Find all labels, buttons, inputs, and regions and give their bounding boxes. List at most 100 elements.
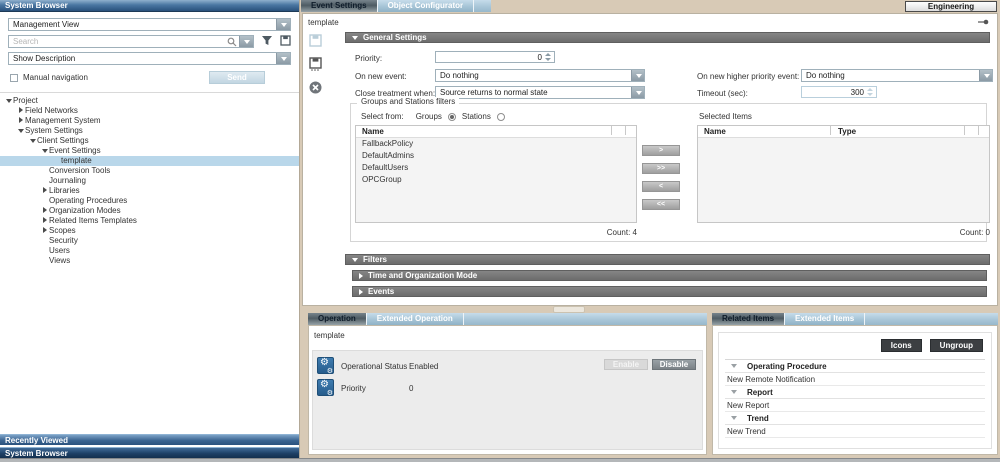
engineering-mode-button[interactable]: Engineering <box>905 1 997 12</box>
related-tab-extended-items[interactable]: Extended Items <box>785 313 864 325</box>
chevron-collapsed-icon[interactable] <box>16 116 25 126</box>
disable-button[interactable]: Disable <box>652 359 696 370</box>
discard-icon[interactable] <box>309 81 339 96</box>
selected-list-header[interactable]: Name Type <box>698 126 989 138</box>
move-left-button[interactable]: < <box>642 181 680 192</box>
available-groups-list[interactable]: Name FallbackPolicyDefaultAdminsDefaultU… <box>355 125 637 223</box>
primary-tab-object-configurator[interactable]: Object Configurator <box>378 0 474 12</box>
chevron-expanded-icon[interactable] <box>40 146 49 156</box>
chevron-down-icon[interactable] <box>276 53 290 64</box>
manual-navigation-checkbox[interactable] <box>10 74 18 82</box>
priority-input[interactable]: 0 <box>435 51 555 63</box>
on-new-higher-dropdown[interactable]: Do nothing <box>801 69 993 82</box>
search-box[interactable] <box>8 35 254 48</box>
tree-item-event-settings[interactable]: Event Settings <box>0 146 299 156</box>
chevron-collapsed-icon[interactable] <box>40 186 49 196</box>
radio-stations[interactable] <box>497 113 505 121</box>
chevron-down-icon[interactable] <box>631 70 644 81</box>
column-header-name[interactable]: Name <box>704 126 726 138</box>
chevron-collapsed-icon[interactable] <box>40 206 49 216</box>
timeout-input[interactable]: 300 <box>801 86 877 98</box>
operation-tab-extended-operation[interactable]: Extended Operation <box>367 313 463 325</box>
column-separator[interactable] <box>964 126 965 135</box>
chevron-down-icon[interactable] <box>276 19 290 30</box>
close-treatment-dropdown[interactable]: Source returns to normal state <box>435 86 645 99</box>
chevron-expanded-icon[interactable] <box>4 96 13 106</box>
related-item-new-report[interactable]: New Report <box>725 399 985 412</box>
search-input[interactable] <box>9 36 231 47</box>
tree-item-conversion-tools[interactable]: Conversion Tools <box>0 166 299 176</box>
system-browser-header[interactable]: System Browser <box>0 0 299 12</box>
tree-item-views[interactable]: Views <box>0 256 299 266</box>
selected-items-list[interactable]: Name Type <box>697 125 990 223</box>
column-separator[interactable] <box>625 126 626 135</box>
tree-item-management-system[interactable]: Management System <box>0 116 299 126</box>
gears-icon[interactable]: ⚙⚙ <box>317 379 334 396</box>
list-item-opcgroup[interactable]: OPCGroup <box>356 174 636 186</box>
column-header-name[interactable]: Name <box>362 126 384 138</box>
icons-button[interactable]: Icons <box>881 339 922 352</box>
move-all-right-button[interactable]: >> <box>642 163 680 174</box>
available-list-header[interactable]: Name <box>356 126 636 138</box>
move-right-button[interactable]: > <box>642 145 680 156</box>
tree-item-security[interactable]: Security <box>0 236 299 246</box>
related-group-report[interactable]: Report <box>725 386 985 399</box>
related-tab-related-items[interactable]: Related Items <box>712 313 784 325</box>
tree-item-template[interactable]: template <box>0 156 299 166</box>
tree-item-libraries[interactable]: Libraries <box>0 186 299 196</box>
section-header-time-and-organization-mode[interactable]: Time and Organization Mode <box>352 270 987 281</box>
general-settings-header[interactable]: General Settings <box>345 32 990 43</box>
tree-item-organization-modes[interactable]: Organization Modes <box>0 206 299 216</box>
radio-groups[interactable] <box>448 113 456 121</box>
chevron-down-icon[interactable] <box>979 70 992 81</box>
system-browser-bar[interactable]: System Browser <box>0 447 299 458</box>
save-icon[interactable] <box>309 34 339 49</box>
filter-icon[interactable] <box>261 35 273 48</box>
tree-item-system-settings[interactable]: System Settings <box>0 126 299 136</box>
list-item-fallbackpolicy[interactable]: FallbackPolicy <box>356 138 636 150</box>
list-item-defaultadmins[interactable]: DefaultAdmins <box>356 150 636 162</box>
chevron-expanded-icon[interactable] <box>16 126 25 136</box>
view-mode-dropdown[interactable]: Management View <box>8 18 291 31</box>
primary-tab-event-settings[interactable]: Event Settings <box>301 0 377 12</box>
send-button[interactable]: Send <box>209 71 265 84</box>
column-separator[interactable] <box>978 126 979 135</box>
chevron-collapsed-icon[interactable] <box>16 106 25 116</box>
column-separator[interactable] <box>611 126 612 135</box>
column-header-type[interactable]: Type <box>838 126 856 138</box>
tree-item-project[interactable]: Project <box>0 96 299 106</box>
tree-item-journaling[interactable]: Journaling <box>0 176 299 186</box>
tree-item-scopes[interactable]: Scopes <box>0 226 299 236</box>
tree-item-field-networks[interactable]: Field Networks <box>0 106 299 116</box>
related-item-new-remote-notification[interactable]: New Remote Notification <box>725 373 985 386</box>
related-group-trend[interactable]: Trend <box>725 412 985 425</box>
operation-tab-operation[interactable]: Operation <box>308 313 366 325</box>
search-dropdown-icon[interactable] <box>239 36 253 47</box>
section-header-events[interactable]: Events <box>352 286 987 297</box>
splitter-handle[interactable] <box>553 306 585 313</box>
save-as-icon[interactable] <box>309 57 339 73</box>
list-item-defaultusers[interactable]: DefaultUsers <box>356 162 636 174</box>
tree-item-users[interactable]: Users <box>0 246 299 256</box>
recently-viewed-bar[interactable]: Recently Viewed <box>0 434 299 445</box>
gears-icon[interactable]: ⚙⚙ <box>317 357 334 374</box>
spinner-icon[interactable] <box>545 53 552 61</box>
pin-icon[interactable] <box>978 18 989 28</box>
related-item-new-trend[interactable]: New Trend <box>725 425 985 438</box>
description-dropdown[interactable]: Show Description <box>8 52 291 65</box>
spinner-icon[interactable] <box>867 88 874 96</box>
chevron-expanded-icon[interactable] <box>28 136 37 146</box>
column-separator[interactable] <box>830 126 831 135</box>
move-all-left-button[interactable]: << <box>642 199 680 210</box>
chevron-down-icon[interactable] <box>631 87 644 98</box>
section-header-filters[interactable]: Filters <box>345 254 990 265</box>
tree-item-client-settings[interactable]: Client Settings <box>0 136 299 146</box>
on-new-event-dropdown[interactable]: Do nothing <box>435 69 645 82</box>
ungroup-button[interactable]: Ungroup <box>930 339 983 352</box>
related-group-operating-procedure[interactable]: Operating Procedure <box>725 360 985 373</box>
tree-item-operating-procedures[interactable]: Operating Procedures <box>0 196 299 206</box>
chevron-collapsed-icon[interactable] <box>40 216 49 226</box>
save-filter-icon[interactable] <box>280 35 291 48</box>
chevron-collapsed-icon[interactable] <box>40 226 49 236</box>
tree-item-related-items-templates[interactable]: Related Items Templates <box>0 216 299 226</box>
